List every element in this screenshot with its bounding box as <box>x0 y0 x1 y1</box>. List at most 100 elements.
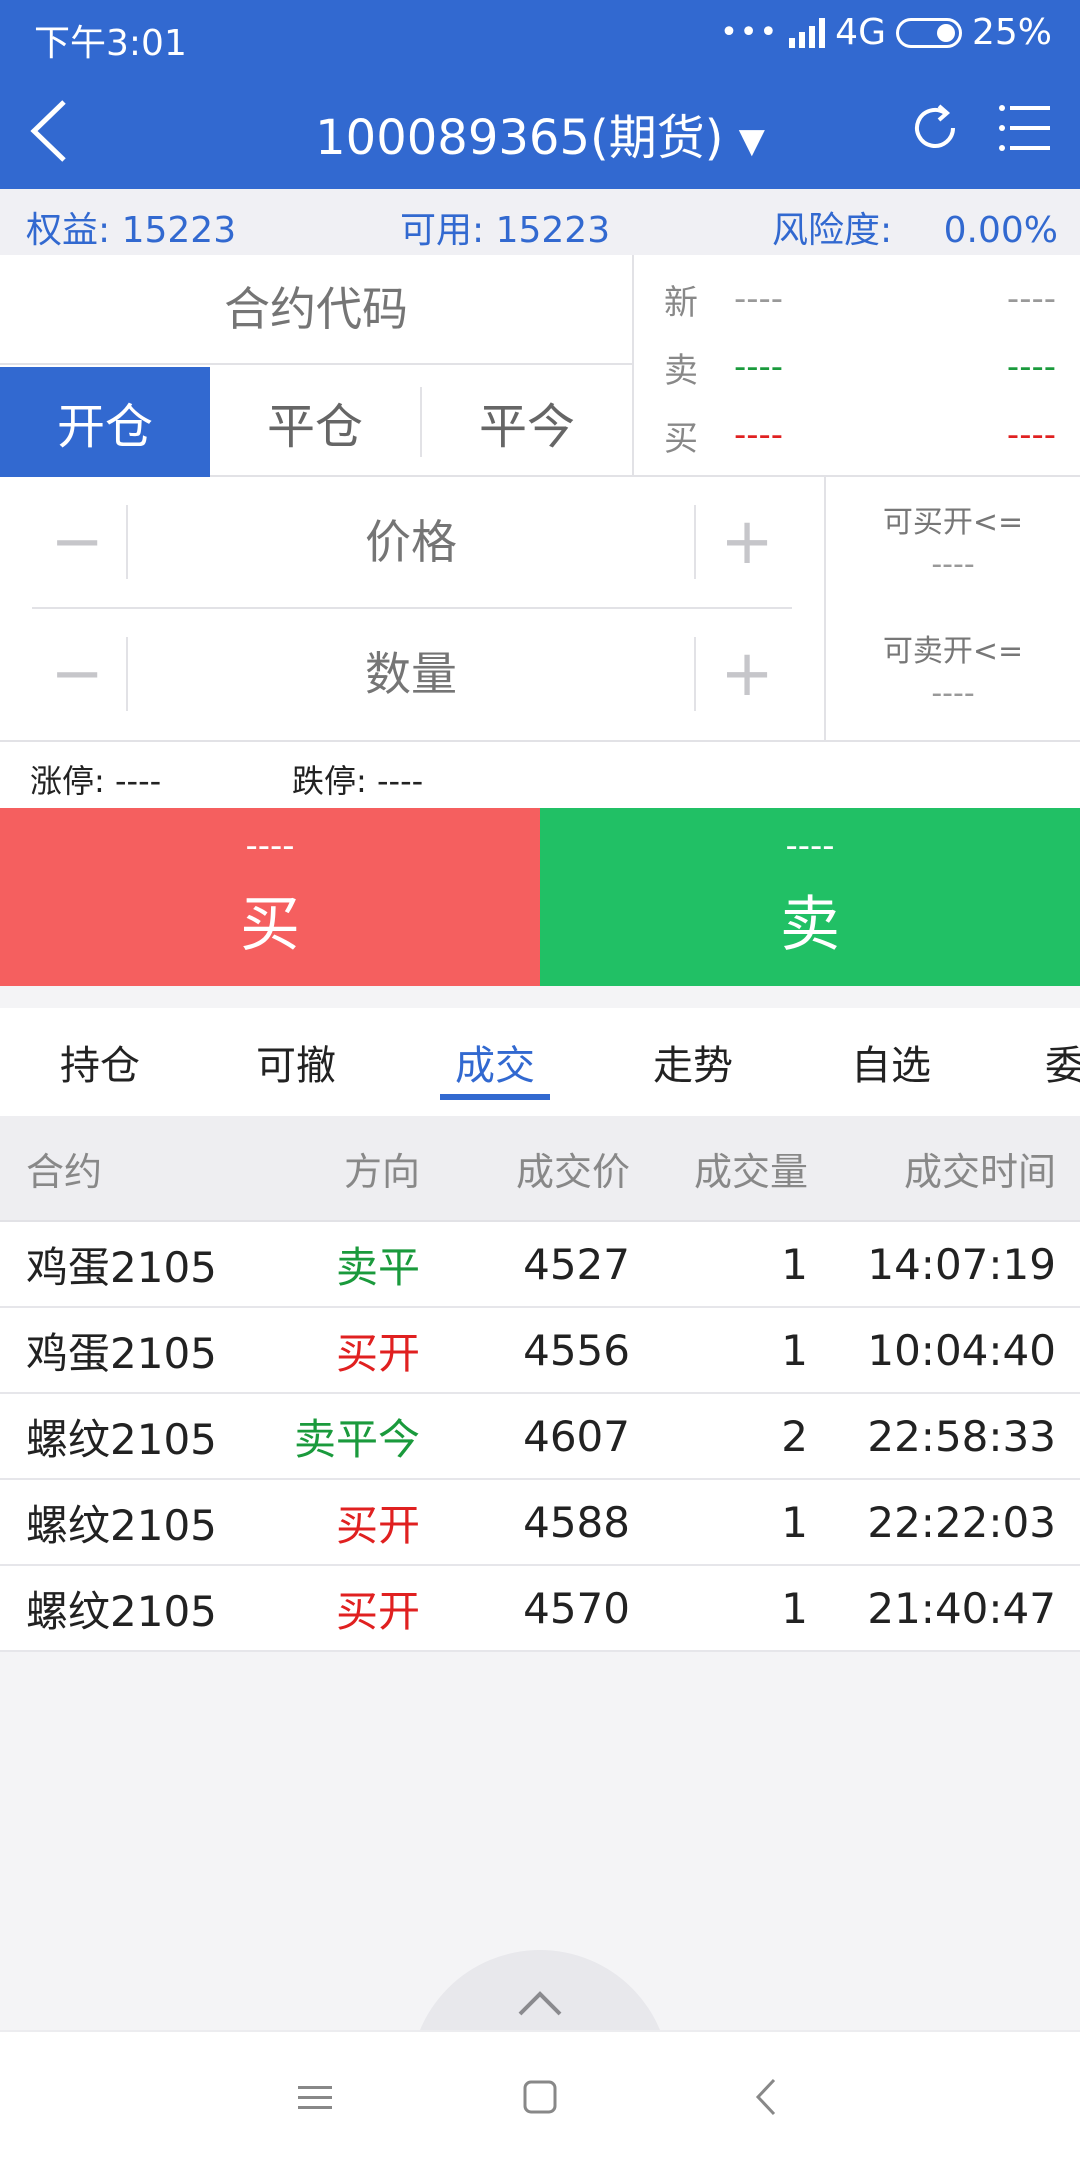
quantity-minus-button[interactable]: − <box>32 637 122 711</box>
trade-qty: 1 <box>781 1497 808 1547</box>
trade-time: 10:04:40 <box>867 1325 1056 1375</box>
col-time: 成交时间 <box>903 1149 1056 1194</box>
contract-name: 螺纹2105 <box>26 1586 217 1636</box>
status-time: 下午3:01 <box>34 23 187 64</box>
home-button[interactable] <box>515 2072 565 2122</box>
tab-watchlist[interactable]: 自选 <box>791 1008 991 1116</box>
col-contract: 合约 <box>26 1149 103 1194</box>
trade-price: 4527 <box>523 1239 630 1289</box>
quote-label: 新 <box>664 282 698 323</box>
quote-value: ---- <box>734 347 784 387</box>
system-back-button[interactable] <box>742 2072 792 2122</box>
can-buy-open-label: 可买开<= <box>882 505 1024 540</box>
price-limits: 涨停: ---- 跌停: ---- <box>0 742 1080 808</box>
table-row[interactable]: 鸡蛋2105 买开 4556 1 10:04:40 <box>0 1308 1080 1394</box>
quote-row-ask: 卖 ---- ---- <box>664 337 1056 397</box>
contract-code-input[interactable] <box>0 255 632 365</box>
table-row[interactable]: 鸡蛋2105 卖平 4527 1 14:07:19 <box>0 1222 1080 1308</box>
app-header: 下午3:01 ••• 4G 25% 100089365(期货) ▼ <box>0 0 1080 189</box>
trade-time: 14:07:19 <box>867 1239 1056 1289</box>
chevron-up-icon <box>518 1991 562 2016</box>
can-sell-open-label: 可卖开<= <box>882 634 1024 669</box>
page-title: 100089365(期货) <box>315 110 724 166</box>
trade-qty: 1 <box>781 1239 808 1289</box>
battery-icon <box>895 17 962 48</box>
trade-price: 4556 <box>523 1325 630 1375</box>
contract-name: 螺纹2105 <box>26 1414 217 1464</box>
limit-down: 跌停: ---- <box>292 756 423 802</box>
quantity-input[interactable] <box>126 637 696 711</box>
system-nav-bar <box>0 2030 1080 2160</box>
tab-trend[interactable]: 走势 <box>593 1008 793 1116</box>
tab-open[interactable]: 开仓 <box>0 367 210 477</box>
trade-time: 22:22:03 <box>867 1497 1056 1547</box>
can-buy-open-value: ---- <box>931 547 975 582</box>
recent-apps-button[interactable] <box>290 2072 340 2122</box>
limit-up: 涨停: ---- <box>30 756 161 802</box>
risk-value: 0.00% <box>943 210 1058 251</box>
contract-name: 螺纹2105 <box>26 1500 217 1550</box>
table-row[interactable]: 螺纹2105 卖平今 4607 2 22:58:33 <box>0 1394 1080 1480</box>
active-tab-indicator <box>440 1094 550 1100</box>
tab-cancellable[interactable]: 可撤 <box>196 1008 396 1116</box>
trade-qty: 1 <box>781 1583 808 1633</box>
buy-label: 买 <box>240 890 300 960</box>
table-row[interactable]: 螺纹2105 买开 4570 1 21:40:47 <box>0 1566 1080 1652</box>
quote-panel: 新 ---- ---- 卖 ---- ---- 买 ---- ---- <box>632 255 1080 477</box>
battery-level: 25% <box>971 12 1052 53</box>
quantity-plus-button[interactable]: + <box>702 637 792 711</box>
price-plus-button[interactable]: + <box>702 505 792 579</box>
price-minus-button[interactable]: − <box>32 505 122 579</box>
menu-button[interactable] <box>994 98 1054 158</box>
trade-time: 22:58:33 <box>867 1411 1056 1461</box>
trade-qty: 2 <box>781 1411 808 1461</box>
quote-value: ---- <box>734 279 784 319</box>
equity-value: 15223 <box>121 210 237 251</box>
price-row: − + <box>32 477 792 607</box>
buy-price: ---- <box>245 826 295 866</box>
more-dots-icon: ••• <box>720 15 780 50</box>
trade-price: 4588 <box>523 1497 630 1547</box>
list-menu-icon <box>999 105 1050 151</box>
equity: 权益: 15223 <box>26 201 236 253</box>
quote-label: 卖 <box>664 350 698 391</box>
available: 可用: 15223 <box>400 201 610 253</box>
refresh-button[interactable] <box>905 98 965 158</box>
available-open-panel: 可买开<= ---- 可卖开<= ---- <box>824 477 1080 742</box>
contract-name: 鸡蛋2105 <box>26 1328 217 1378</box>
price-input[interactable] <box>126 505 696 579</box>
quote-value: ---- <box>734 415 784 455</box>
menu-lines-icon <box>298 2086 332 2109</box>
tab-orders[interactable]: 委 <box>1000 1008 1080 1116</box>
tab-close[interactable]: 平仓 <box>210 367 420 477</box>
price-quantity-panel: − + − + 可买开<= ---- 可卖开<= ---- <box>0 477 1080 742</box>
sell-price: ---- <box>785 826 835 866</box>
trade-price: 4570 <box>523 1583 630 1633</box>
tab-close-today[interactable]: 平今 <box>422 367 632 477</box>
direction: 买开 <box>335 1586 420 1636</box>
contract-name: 鸡蛋2105 <box>26 1242 217 1292</box>
risk-label: 风险度: <box>772 210 893 251</box>
trade-price: 4607 <box>523 1411 630 1461</box>
sell-button[interactable]: ---- 卖 <box>540 808 1080 986</box>
direction: 买开 <box>335 1500 420 1550</box>
can-sell-open-value: ---- <box>931 676 975 711</box>
network-type: 4G <box>835 12 886 53</box>
col-direction: 方向 <box>343 1149 420 1194</box>
limit-down-label: 跌停: <box>292 762 367 800</box>
home-square-icon <box>523 2080 557 2114</box>
back-chevron-icon <box>755 2078 776 2116</box>
direction: 卖平今 <box>293 1414 420 1464</box>
dropdown-icon: ▼ <box>738 121 765 161</box>
direction: 买开 <box>335 1328 420 1378</box>
direction: 卖平 <box>335 1242 420 1292</box>
available-label: 可用: <box>400 210 485 251</box>
tab-positions[interactable]: 持仓 <box>0 1008 200 1116</box>
buy-button[interactable]: ---- 买 <box>0 808 540 986</box>
col-quantity: 成交量 <box>693 1149 808 1194</box>
table-row[interactable]: 螺纹2105 买开 4588 1 22:22:03 <box>0 1480 1080 1566</box>
limit-down-value: ---- <box>376 762 424 800</box>
trade-time: 21:40:47 <box>867 1583 1056 1633</box>
available-value: 15223 <box>495 210 611 251</box>
trade-qty: 1 <box>781 1325 808 1375</box>
